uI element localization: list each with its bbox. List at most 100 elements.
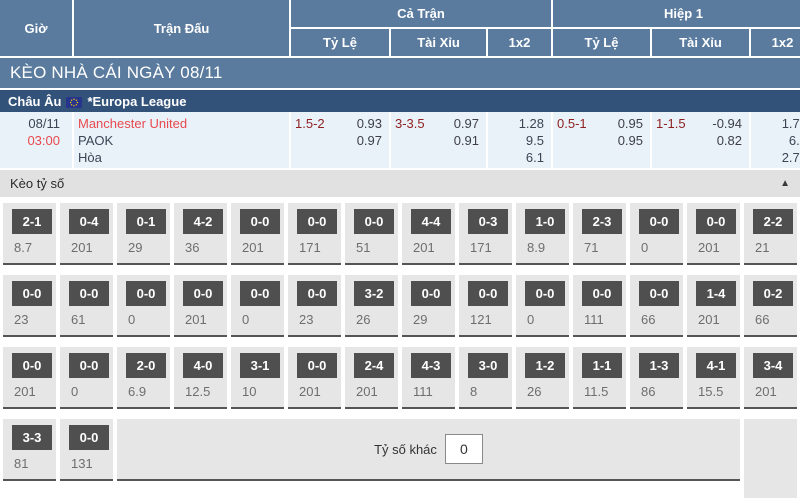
score-cell[interactable]: 0-0121 [459,275,512,337]
score-box[interactable]: 0-0 [69,353,109,378]
full-over-odds[interactable]: 0.97 [454,115,479,132]
score-box[interactable]: 0-0 [69,425,109,450]
score-section-header[interactable]: Kèo tỷ số ▲ [0,170,800,197]
score-cell[interactable]: 4-236 [174,203,227,265]
score-box[interactable]: 2-2 [753,209,793,234]
score-box[interactable]: 0-0 [126,281,166,306]
score-cell[interactable]: 0-00 [117,275,170,337]
half-1x2-draw[interactable]: 6.8 [751,132,800,149]
score-cell[interactable]: 1-226 [516,347,569,409]
half-1x2-cell[interactable]: 1.71 6.8 2.71 [751,112,800,168]
score-box[interactable]: 0-0 [582,281,622,306]
half-1x2-home[interactable]: 1.71 [751,115,800,132]
full-overunder-cell[interactable]: 3-3.5 0.97 0.91 [391,112,486,168]
score-box[interactable]: 0-0 [297,353,337,378]
score-box[interactable]: 0-0 [354,209,394,234]
score-box[interactable]: 4-3 [411,353,451,378]
score-box[interactable]: 2-3 [582,209,622,234]
score-box[interactable]: 1-1 [582,353,622,378]
league-row[interactable]: Châu Âu *Europa League [0,90,800,112]
score-box[interactable]: 0-0 [240,209,280,234]
score-box[interactable]: 0-0 [69,281,109,306]
score-cell[interactable]: 0-0201 [231,203,284,265]
score-cell[interactable]: 0-3171 [459,203,512,265]
score-cell[interactable]: 1-386 [630,347,683,409]
score-box[interactable]: 0-0 [411,281,451,306]
score-cell[interactable]: 2-06.9 [117,347,170,409]
score-box[interactable]: 0-0 [240,281,280,306]
score-cell[interactable]: 0-051 [345,203,398,265]
score-box[interactable]: 2-1 [12,209,52,234]
full-1x2-away[interactable]: 6.1 [488,149,544,166]
score-box[interactable]: 0-2 [753,281,793,306]
full-handicap-cell[interactable]: 1.5-2 0.93 0.97 [291,112,389,168]
full-1x2-cell[interactable]: 1.28 9.5 6.1 [488,112,551,168]
score-cell[interactable]: 3-226 [345,275,398,337]
score-cell[interactable]: 0-023 [288,275,341,337]
score-box[interactable]: 0-0 [525,281,565,306]
score-cell[interactable]: 0-0201 [174,275,227,337]
score-box[interactable]: 0-0 [639,281,679,306]
score-cell[interactable]: 0-061 [60,275,113,337]
score-box[interactable]: 0-0 [468,281,508,306]
score-cell[interactable]: 0-023 [3,275,56,337]
score-box[interactable]: 0-3 [468,209,508,234]
score-cell[interactable]: 0-066 [630,275,683,337]
score-box[interactable]: 3-4 [753,353,793,378]
score-cell[interactable]: 1-08.9 [516,203,569,265]
score-box[interactable]: 4-2 [183,209,223,234]
score-cell[interactable]: 2-18.7 [3,203,56,265]
score-box[interactable]: 4-1 [696,353,736,378]
score-box[interactable]: 1-2 [525,353,565,378]
score-box[interactable]: 2-4 [354,353,394,378]
score-box[interactable]: 3-2 [354,281,394,306]
half-overunder-cell[interactable]: 1-1.5 -0.94 0.82 [652,112,749,168]
score-cell[interactable]: 0-0201 [288,347,341,409]
score-cell[interactable]: 4-4201 [402,203,455,265]
score-box[interactable]: 4-0 [183,353,223,378]
score-box[interactable]: 2-0 [126,353,166,378]
other-score-input[interactable] [445,434,483,464]
score-box[interactable]: 4-4 [411,209,451,234]
score-cell[interactable]: 0-0201 [3,347,56,409]
score-cell[interactable]: 0-00 [516,275,569,337]
full-handicap-odds-away[interactable]: 0.97 [357,132,382,149]
score-box[interactable]: 3-1 [240,353,280,378]
full-under-odds[interactable]: 0.91 [454,132,479,149]
score-box[interactable]: 0-0 [297,209,337,234]
half-1x2-away[interactable]: 2.71 [751,149,800,166]
score-box[interactable]: 3-0 [468,353,508,378]
home-team[interactable]: Manchester United [78,115,289,132]
score-cell[interactable]: 0-0201 [687,203,740,265]
score-cell[interactable]: 4-012.5 [174,347,227,409]
score-box[interactable]: 0-0 [297,281,337,306]
score-cell[interactable]: 0-0131 [60,419,113,481]
half-over-odds[interactable]: -0.94 [712,115,742,132]
full-1x2-home[interactable]: 1.28 [488,115,544,132]
score-cell[interactable]: 0-266 [744,275,797,337]
score-box[interactable]: 0-0 [183,281,223,306]
half-handicap-odds-away[interactable]: 0.95 [618,132,643,149]
score-box[interactable]: 1-0 [525,209,565,234]
full-handicap-odds-home[interactable]: 0.93 [357,115,382,132]
score-box[interactable]: 0-0 [12,281,52,306]
score-cell[interactable]: 3-08 [459,347,512,409]
score-cell[interactable]: 4-3111 [402,347,455,409]
score-box[interactable]: 0-4 [69,209,109,234]
score-cell[interactable]: 0-00 [60,347,113,409]
half-handicap-cell[interactable]: 0.5-1 0.95 0.95 [553,112,650,168]
score-box[interactable]: 0-0 [12,353,52,378]
score-cell[interactable]: 2-4201 [345,347,398,409]
score-cell[interactable]: 1-111.5 [573,347,626,409]
score-cell[interactable]: 3-4201 [744,347,797,409]
score-cell[interactable]: 3-110 [231,347,284,409]
score-box[interactable]: 1-3 [639,353,679,378]
half-handicap-odds-home[interactable]: 0.95 [618,115,643,132]
score-cell[interactable]: 0-4201 [60,203,113,265]
score-cell[interactable]: 0-00 [630,203,683,265]
score-cell[interactable]: 0-0111 [573,275,626,337]
collapse-arrow-icon[interactable]: ▲ [780,178,790,189]
score-box[interactable]: 3-3 [12,425,52,450]
score-cell[interactable]: 0-0171 [288,203,341,265]
score-box[interactable]: 1-4 [696,281,736,306]
